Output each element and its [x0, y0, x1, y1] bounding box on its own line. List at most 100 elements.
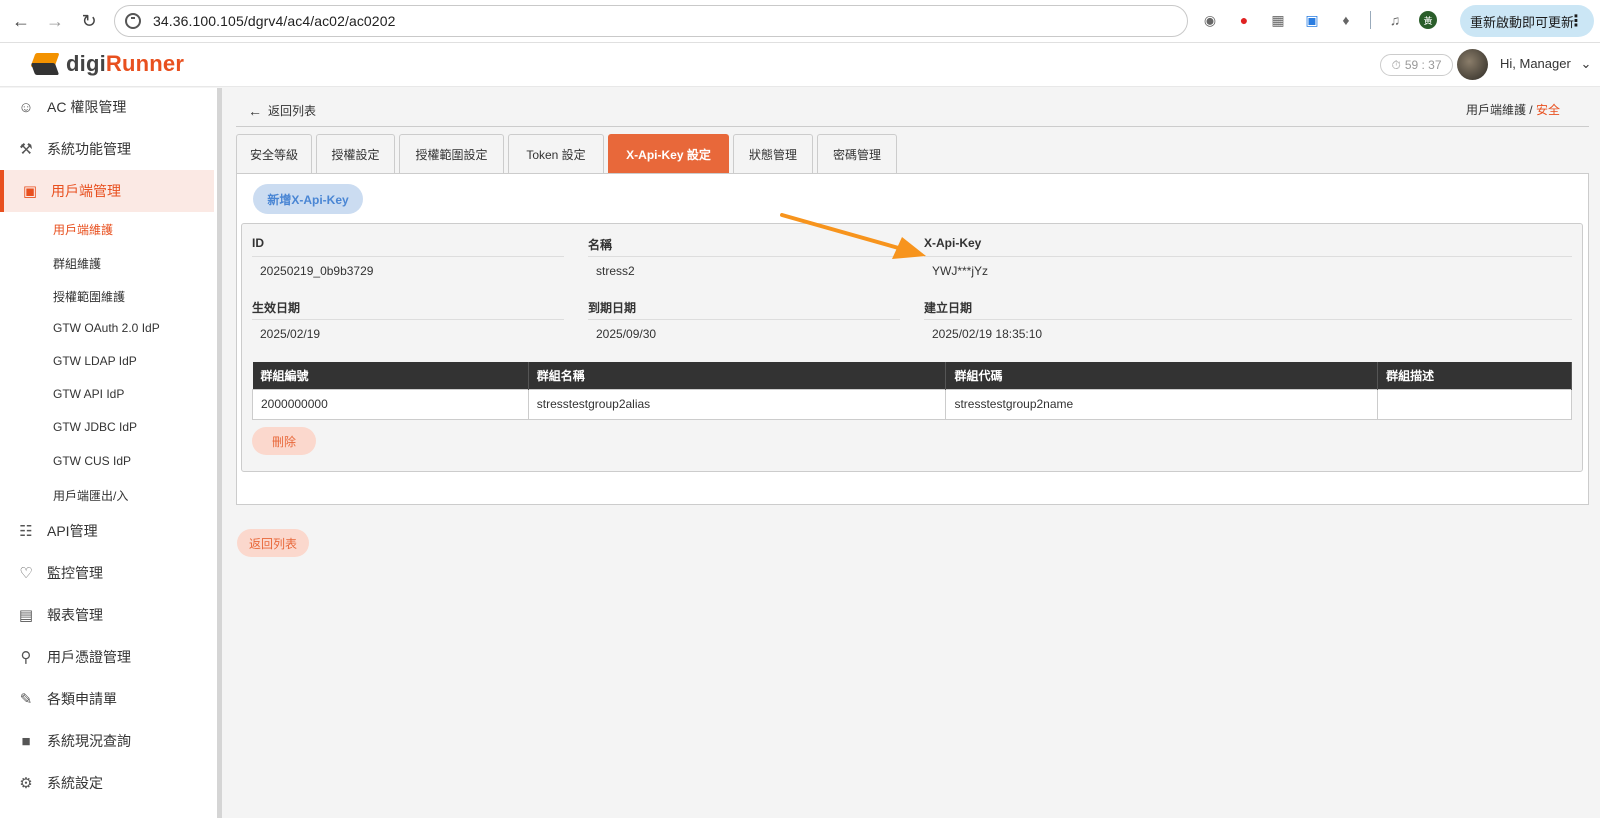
sidebar-item-label: 系統設定 — [47, 775, 103, 791]
tab-bar: 安全等級 授權設定 授權範圍設定 Token 設定 X-Api-Key 設定 狀… — [236, 134, 897, 173]
column-header-group-desc[interactable]: 群組描述 — [1377, 362, 1572, 389]
breadcrumb-separator: / — [1525, 103, 1536, 117]
tab-security-level[interactable]: 安全等級 — [236, 134, 312, 173]
group-table: 群組編號 群組名稱 群組代碼 群組描述 2000000000 stresstes… — [252, 362, 1572, 420]
extension-red-icon[interactable]: ● — [1234, 10, 1254, 30]
effective-date-value: 2025/02/19 — [252, 319, 564, 348]
avatar[interactable] — [1457, 49, 1488, 80]
sidebar-subitem-client-import-export[interactable]: 用戶端匯出/入 — [53, 487, 128, 504]
tab-scope[interactable]: 授權範圍設定 — [399, 134, 504, 173]
update-label: 重新啟動即可更新 — [1470, 14, 1575, 30]
expire-date-label: 到期日期 — [588, 301, 637, 315]
sidebar-item-label: 用戶憑證管理 — [47, 649, 131, 665]
media-icon[interactable]: ♫ — [1385, 10, 1405, 30]
cast-icon[interactable]: ▦ — [1268, 10, 1288, 30]
bar-chart-icon: ▤ — [18, 607, 34, 624]
effective-date-label: 生效日期 — [252, 301, 301, 315]
column-header-group-id[interactable]: 群組編號 — [252, 362, 529, 389]
sidebar-item-system-status[interactable]: ■ 系統現況查詢 — [0, 720, 214, 762]
api-icon: ☷ — [19, 523, 33, 540]
site-info-icon[interactable] — [125, 13, 141, 29]
sidebar-item-ac-permissions[interactable]: ☺ AC 權限管理 — [0, 86, 214, 128]
sidebar-item-label: API管理 — [47, 523, 98, 539]
sidebar-subitem-client-maintenance[interactable]: 用戶端維護 — [53, 221, 113, 238]
search-icon: ⚲ — [20, 649, 32, 666]
chevron-down-icon: ⌄ — [1580, 56, 1592, 71]
sidebar-subitem-scope-maintenance[interactable]: 授權範圍維護 — [53, 288, 125, 305]
address-bar[interactable]: 34.36.100.105/dgrv4/ac4/ac02/ac0202 — [114, 5, 1188, 37]
network-icon: ▣ — [22, 183, 38, 200]
arrow-left-icon: ← — [248, 102, 262, 119]
back-to-list-label: 返回列表 — [268, 104, 317, 118]
sidebar-item-credentials[interactable]: ⚲ 用戶憑證管理 — [0, 636, 214, 678]
sidebar-item-label: AC 權限管理 — [47, 99, 127, 115]
return-to-list-button[interactable]: 返回列表 — [237, 529, 309, 557]
profile-icon[interactable]: 黃 — [1419, 11, 1437, 29]
sidebar-scrollbar[interactable] — [217, 88, 222, 818]
tab-x-api-key[interactable]: X-Api-Key 設定 — [608, 134, 729, 173]
wrench-icon: ⚒ — [19, 141, 33, 158]
back-to-list-link[interactable]: ← 返回列表 — [248, 102, 316, 119]
extension-blue-icon[interactable]: ▣ — [1302, 10, 1322, 30]
sidebar-item-label: 用戶端管理 — [51, 183, 121, 199]
sidebar-subitem-cus-idp[interactable]: GTW CUS IdP — [53, 454, 131, 468]
url-text[interactable]: 34.36.100.105/dgrv4/ac4/ac02/ac0202 — [153, 13, 395, 29]
browser-toolbar: ← → ↻ 34.36.100.105/dgrv4/ac4/ac02/ac020… — [0, 0, 1600, 43]
app-header: digiRunner ⏱ 59 : 37 Hi, Manager ⌄ — [0, 43, 1600, 87]
user-menu[interactable]: Hi, Manager ⌄ — [1500, 56, 1591, 72]
lock-icon: ■ — [21, 732, 31, 750]
sidebar-item-label: 系統功能管理 — [47, 141, 131, 157]
table-header-row: 群組編號 群組名稱 群組代碼 群組描述 — [252, 362, 1572, 389]
name-label: 名稱 — [588, 238, 613, 252]
expire-date-value: 2025/09/30 — [588, 319, 900, 348]
logo-mark-icon — [30, 51, 60, 77]
back-arrow-icon[interactable]: ← — [4, 4, 38, 38]
bell-icon: ♡ — [19, 565, 33, 582]
tab-password[interactable]: 密碼管理 — [817, 134, 897, 173]
sidebar-subitem-api-idp[interactable]: GTW API IdP — [53, 387, 124, 401]
add-x-api-key-button[interactable]: 新增X-Api-Key — [253, 184, 363, 214]
tab-authorization[interactable]: 授權設定 — [316, 134, 395, 173]
timer-icon: ⏱ — [1391, 57, 1401, 72]
sidebar-item-reports[interactable]: ▤ 報表管理 — [0, 594, 214, 636]
sidebar-subitem-ldap-idp[interactable]: GTW LDAP IdP — [53, 354, 137, 368]
table-cell — [1377, 388, 1572, 420]
sidebar-item-system-settings[interactable]: ⚙ 系統設定 — [0, 762, 214, 804]
sidebar-item-applications[interactable]: ✎ 各類申請單 — [0, 678, 214, 720]
sidebar-subitem-oauth-idp[interactable]: GTW OAuth 2.0 IdP — [53, 321, 160, 335]
camera-icon[interactable]: ◉ — [1200, 10, 1220, 30]
sidebar-subitem-jdbc-idp[interactable]: GTW JDBC IdP — [53, 420, 137, 434]
tab-token[interactable]: Token 設定 — [508, 134, 604, 173]
created-date-label: 建立日期 — [924, 301, 973, 315]
reload-icon[interactable]: ↻ — [72, 4, 106, 38]
created-date-value: 2025/02/19 18:35:10 — [924, 319, 1572, 348]
update-button[interactable]: 重新啟動即可更新 ⋮ — [1460, 5, 1594, 37]
logo-text: digiRunner — [66, 51, 185, 76]
tab-status[interactable]: 狀態管理 — [733, 134, 813, 173]
toolbar-divider — [1370, 11, 1371, 29]
forward-arrow-icon[interactable]: → — [38, 4, 72, 38]
sidebar-item-label: 系統現況查詢 — [47, 733, 131, 749]
sidebar-item-label: 監控管理 — [47, 565, 103, 581]
session-timer: ⏱ 59 : 37 — [1380, 54, 1453, 76]
user-group-icon: ☺ — [18, 98, 34, 116]
table-row[interactable]: 2000000000 stresstestgroup2alias stresst… — [252, 388, 1572, 420]
sidebar-item-api-management[interactable]: ☷ API管理 — [0, 510, 214, 552]
sidebar-item-monitoring[interactable]: ♡ 監控管理 — [0, 552, 214, 594]
breadcrumb-parent[interactable]: 用戶端維護 — [1466, 103, 1526, 117]
x-api-key-label: X-Api-Key — [924, 236, 982, 250]
sidebar-item-client-management[interactable]: ▣ 用戶端管理 — [0, 170, 214, 212]
logo[interactable]: digiRunner — [30, 51, 184, 77]
divider — [236, 126, 1589, 127]
sidebar-item-system-functions[interactable]: ⚒ 系統功能管理 — [0, 128, 214, 170]
table-cell: 2000000000 — [252, 388, 529, 420]
gear-icon: ⚙ — [19, 775, 33, 792]
puzzle-icon[interactable]: ♦ — [1336, 10, 1356, 30]
delete-button[interactable]: 刪除 — [252, 427, 316, 455]
annotation-arrow-icon — [780, 213, 926, 259]
column-header-group-name[interactable]: 群組名稱 — [528, 362, 947, 389]
sidebar-subitem-group-maintenance[interactable]: 群組維護 — [53, 255, 101, 272]
id-label: ID — [252, 236, 264, 250]
column-header-group-code[interactable]: 群組代碼 — [945, 362, 1379, 389]
more-menu-icon[interactable]: ⋮ — [1568, 11, 1584, 31]
